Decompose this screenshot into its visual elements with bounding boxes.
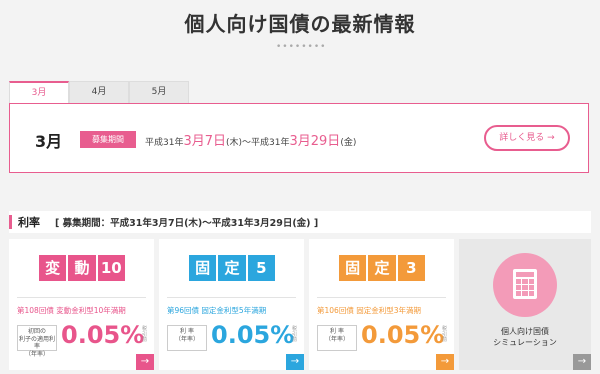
info-panel: 3月 募集期間 平成31年3月7日(木)～平成31年3月29日(金) 詳しく見る… [9, 103, 589, 173]
current-month: 3月 [35, 132, 63, 151]
arrow-right-icon: → [286, 354, 304, 370]
logo-char: 定 [218, 255, 246, 281]
rate-label-mid: 利子の適用利率 [18, 335, 55, 351]
logo-char: 固 [339, 255, 367, 281]
rate-label-mid: 利 率 [330, 328, 344, 335]
rate-period: [ 募集期間：平成31年3月7日(木)～平成31年3月29日(金) ] [55, 218, 319, 229]
logo-char: 5 [247, 255, 275, 281]
tax-note: 税引前 [142, 326, 148, 343]
divider [17, 297, 146, 298]
logo-char: 変 [39, 255, 67, 281]
page-title: 個人向け国債の最新情報 [184, 12, 416, 36]
period-end-day: (金) [340, 138, 357, 148]
tax-note: 税引前 [442, 326, 448, 343]
rate-label-mid: 利 率 [180, 328, 194, 335]
logo-char: 動 [68, 255, 96, 281]
tab-march[interactable]: 3月 [9, 81, 69, 104]
period-badge: 募集期間 [80, 131, 136, 148]
logo-char: 定 [368, 255, 396, 281]
rate-label-bottom: （年率） [174, 335, 199, 343]
rate-value: 0.05% [361, 321, 445, 349]
period-prefix: 平成31年 [145, 138, 184, 148]
rate-title: 利率 [18, 216, 40, 229]
arrow-right-icon: → [547, 133, 555, 143]
logo-char: 10 [97, 255, 125, 281]
simulation-card[interactable]: 個人向け国債 シミュレーション → [459, 239, 591, 370]
simulation-icon-circle [493, 253, 557, 317]
bond-card-floating-10[interactable]: 変 動 10 第108回債 変動金利型10年満期 初回の 利子の適用利率 （年率… [9, 239, 154, 370]
tax-note: 税引前 [292, 326, 298, 343]
bond-subtitle: 第106回債 固定金利型3年満期 [317, 306, 421, 315]
bond-logo: 固 定 3 [339, 255, 425, 281]
logo-char: 3 [397, 255, 425, 281]
tab-may[interactable]: 5月 [129, 81, 189, 103]
rate-label-bottom: （年率） [24, 350, 49, 358]
rate-accent-bar [9, 215, 12, 229]
bond-card-fixed-3[interactable]: 固 定 3 第106回債 固定金利型3年満期 利 率 （年率） 0.05% 税引… [309, 239, 454, 370]
bond-logo: 変 動 10 [39, 255, 125, 281]
rate-label-box: 初回の 利子の適用利率 （年率） [17, 325, 57, 358]
title-dots: •••••••• [276, 42, 327, 52]
period-end: 3月29日 [289, 134, 341, 149]
rate-label-bottom: （年率） [324, 335, 349, 343]
detail-button-label: 詳しく見る [499, 133, 545, 143]
bond-subtitle: 第108回債 変動金利型10年満期 [17, 306, 126, 315]
divider [317, 297, 446, 298]
divider [167, 297, 296, 298]
simulation-label-line1: 個人向け国債 [501, 327, 549, 336]
rate-value: 0.05% [211, 321, 295, 349]
rate-label-box: 利 率 （年率） [167, 325, 207, 351]
simulation-label: 個人向け国債 シミュレーション [459, 326, 591, 348]
bond-logo: 固 定 5 [189, 255, 275, 281]
rate-label-box: 利 率 （年率） [317, 325, 357, 351]
period-start-day: (木)～平成31年 [226, 138, 290, 148]
arrow-right-icon: → [136, 354, 154, 370]
period-start: 3月7日 [183, 134, 226, 149]
tab-april[interactable]: 4月 [69, 81, 129, 103]
rate-header: 利率 [ 募集期間：平成31年3月7日(木)～平成31年3月29日(金) ] [9, 211, 591, 233]
arrow-right-icon: → [573, 354, 591, 370]
simulation-label-line2: シミュレーション [493, 338, 557, 348]
logo-char: 固 [189, 255, 217, 281]
bond-subtitle: 第96回債 固定金利型5年満期 [167, 306, 267, 315]
bond-card-fixed-5[interactable]: 固 定 5 第96回債 固定金利型5年満期 利 率 （年率） 0.05% 税引前… [159, 239, 304, 370]
period-text: 平成31年3月7日(木)～平成31年3月29日(金) [145, 130, 356, 149]
rate-value: 0.05% [61, 321, 145, 349]
rate-label-top: 初回の [27, 328, 46, 335]
detail-button[interactable]: 詳しく見る → [484, 125, 570, 151]
calculator-icon [513, 269, 537, 299]
arrow-right-icon: → [436, 354, 454, 370]
